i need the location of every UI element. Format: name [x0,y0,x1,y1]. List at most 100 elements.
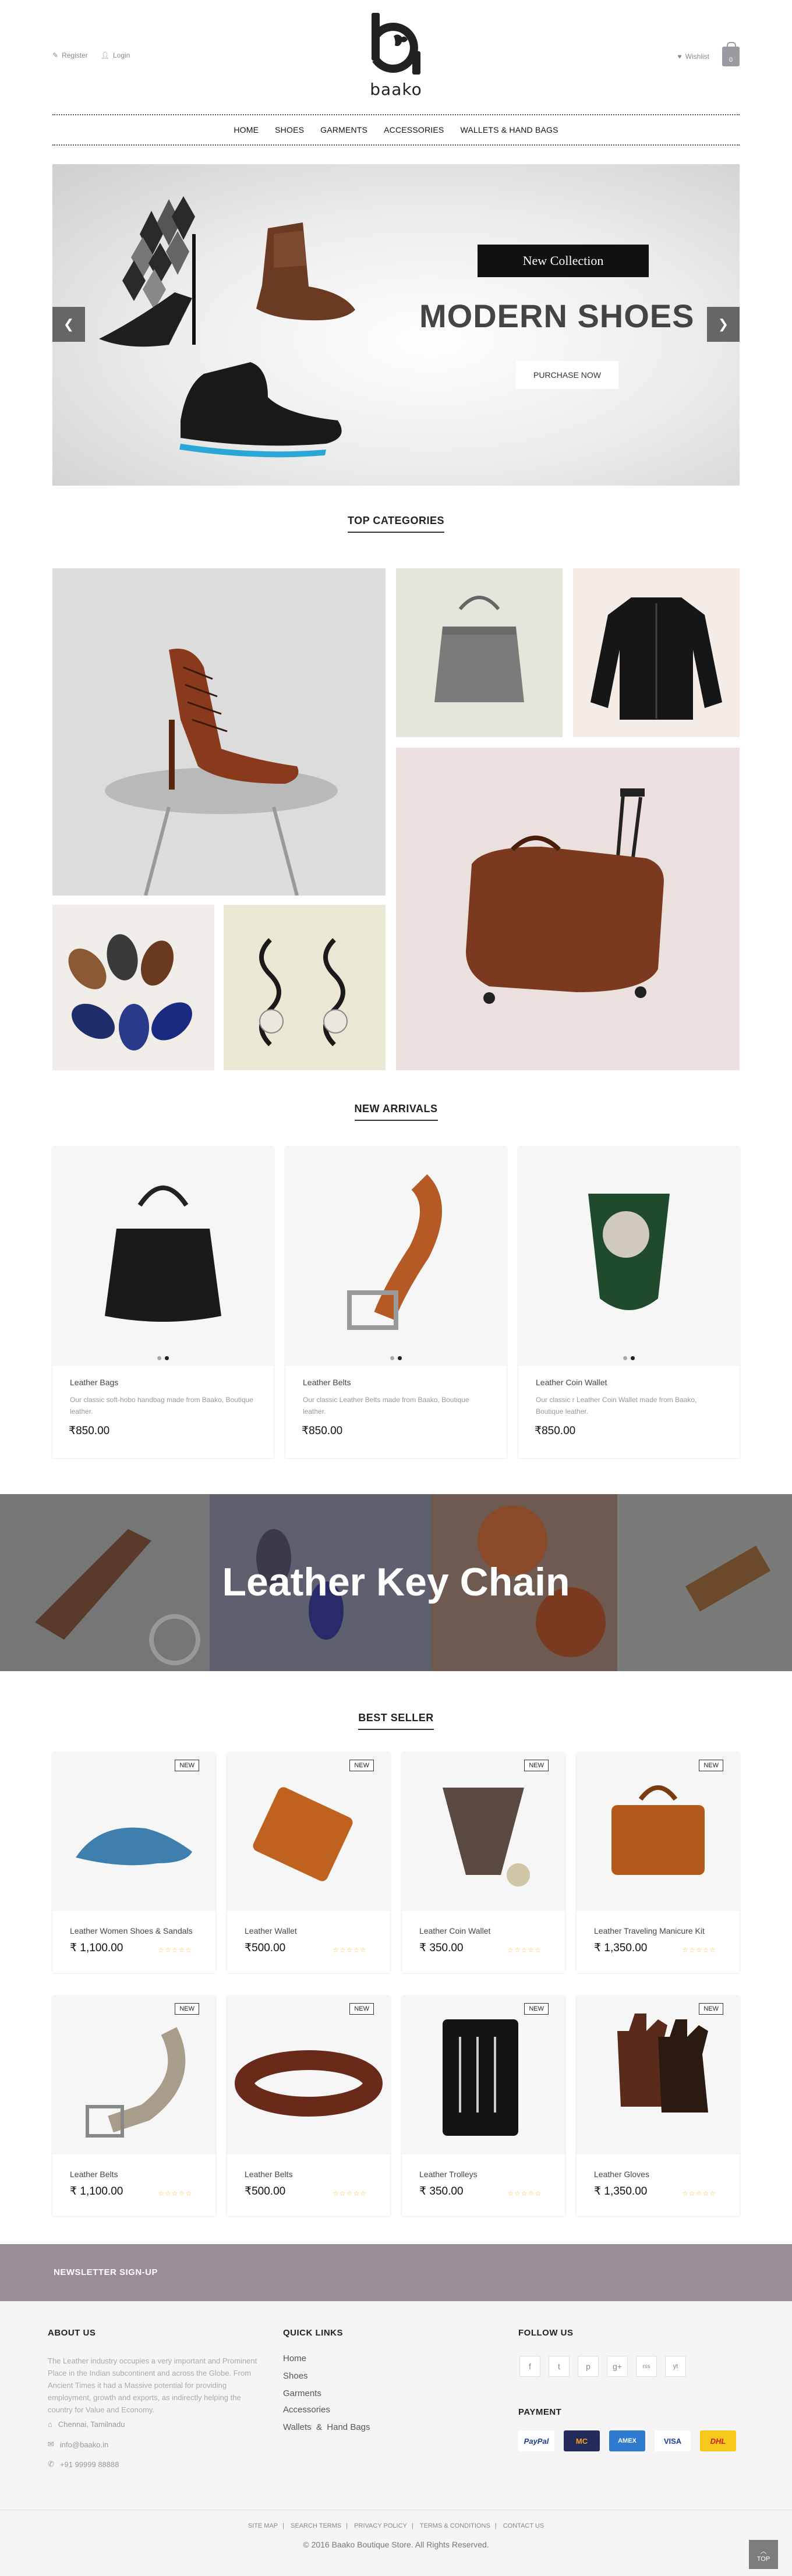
privacy-policy-link[interactable]: PRIVACY POLICY [354,2522,407,2529]
rating-stars: ☆☆☆☆☆ [682,1946,716,1954]
product-card[interactable]: NEW Leather Wallet ₹500.00 ☆☆☆☆☆ [227,1753,390,1973]
header: ✎ Register 👤︎ Login baako ♥ Wishlist 0 [52,0,740,105]
product-card[interactable]: NEW Leather Belts ₹ 1,100.00 ☆☆☆☆☆ [52,1996,215,2216]
category-tile-accessories[interactable] [224,905,386,1070]
quick-link-shoes[interactable]: Shoes [283,2371,308,2381]
logo[interactable]: baako [368,10,424,99]
hero-next-button[interactable]: ❯ [707,307,740,342]
google-plus-icon[interactable]: g+ [607,2356,628,2377]
product-card[interactable]: NEW Leather Coin Wallet ₹ 350.00 ☆☆☆☆☆ [402,1753,565,1973]
product-name[interactable]: Leather Trolleys [419,2170,478,2179]
wishlist-link[interactable]: ♥ Wishlist [678,52,709,61]
email[interactable]: ✉ info@baako.in [48,2440,108,2449]
carousel-dots[interactable] [157,1356,169,1360]
carousel-dots[interactable] [390,1356,402,1360]
leather-jacket-image [591,597,722,720]
rating-stars: ☆☆☆☆☆ [333,1946,367,1954]
new-badge: NEW [175,2003,199,2015]
footer-bottom-links: SITE MAP | SEARCH TERMS | PRIVACY POLICY | … [248,2522,544,2529]
product-card[interactable]: NEW Leather Traveling Manicure Kit ₹ 1,3… [577,1753,740,1973]
register-link[interactable]: ✎ Register [52,51,88,59]
category-tile-shoes[interactable] [52,568,386,896]
product-image [227,1996,390,2154]
product-price: ₹ 1,350.00 [594,1942,648,1954]
rating-stars: ☆☆☆☆☆ [507,1946,542,1954]
quick-link-garments[interactable]: Garments [283,2389,321,2398]
banner-title: Leather Key Chain [222,1560,570,1604]
product-image [518,1147,740,1366]
carousel-dots[interactable] [623,1356,635,1360]
product-name[interactable]: Leather Traveling Manicure Kit [594,1926,705,1935]
quick-link-home[interactable]: Home [283,2354,306,2363]
heart-icon: ♥ [677,52,682,61]
product-card[interactable]: NEW Leather Trolleys ₹ 350.00 ☆☆☆☆☆ [402,1996,565,2216]
payment-title: PAYMENT [518,2407,562,2417]
page: ✎ Register 👤︎ Login baako ♥ Wishlist 0 HOME… [0,0,792,2576]
site-map-link[interactable]: SITE MAP [248,2522,278,2529]
green-coin-wallet-image [588,1194,670,1310]
product-name[interactable]: Leather Wallet [245,1926,297,1935]
nav-garments[interactable]: GARMENTS [320,125,367,135]
rating-stars: ☆☆☆☆☆ [682,2189,716,2198]
nav-accessories[interactable]: ACCESSORIES [384,125,444,135]
product-price: ₹ 1,100.00 [70,2185,123,2198]
best-seller-title: BEST SELLER [0,1712,792,1730]
location: ⌂ Chennai, Tamilnadu [48,2420,125,2429]
search-terms-link[interactable]: SEARCH TERMS [291,2522,341,2529]
facebook-icon[interactable]: f [519,2356,540,2377]
newsletter-title[interactable]: NEWSLETTER SIGN-UP [54,2267,158,2277]
back-to-top-button[interactable]: ︿ TOP [749,2540,778,2569]
header-right: ♥ Wishlist 0 [678,42,740,66]
nav-home[interactable]: HOME [234,125,259,135]
manicure-kit-image [611,1785,705,1875]
terms-link[interactable]: TERMS & CONDITIONS [420,2522,490,2529]
baako-logo-mark [372,13,420,75]
category-tile-keychains[interactable] [52,905,214,1070]
product-card[interactable]: Leather Belts Our classic Leather Belts … [285,1147,507,1458]
about-title: ABOUT US [48,2328,96,2338]
category-tile-trolleys[interactable] [396,748,740,1070]
login-link[interactable]: 👤︎ Login [101,51,130,59]
newsletter-bar: NEWSLETTER SIGN-UP [0,2244,792,2301]
youtube-icon[interactable]: yt [665,2356,686,2377]
paypal-icon: PayPal [518,2430,554,2451]
product-card[interactable]: Leather Bags Our classic soft-hobo handb… [52,1147,274,1458]
product-price: ₹850.00 [535,1425,576,1437]
product-name[interactable]: Leather Gloves [594,2170,649,2179]
product-name[interactable]: Leather Coin Wallet [419,1926,490,1935]
product-card[interactable]: Leather Coin Wallet Our classic r Leathe… [518,1147,740,1458]
rss-icon[interactable]: rss [636,2356,657,2377]
quick-link-wallets[interactable]: Wallets & Hand Bags [283,2422,370,2432]
product-name[interactable]: Leather Bags [70,1378,118,1387]
envelope-icon: ✉ [48,2440,54,2448]
category-tile-garments[interactable] [573,568,740,737]
contact-us-link[interactable]: CONTACT US [503,2522,544,2529]
product-price: ₹500.00 [245,1942,286,1954]
cart-icon[interactable]: 0 [722,42,740,66]
quick-link-accessories[interactable]: Accessories [283,2405,330,2415]
amex-icon: AMEX [609,2430,645,2451]
follow-us-title: FOLLOW US [518,2328,574,2338]
category-tile-handbags[interactable] [396,568,563,737]
product-card[interactable]: NEW Leather Gloves ₹ 1,350.00 ☆☆☆☆☆ [577,1996,740,2216]
product-name[interactable]: Leather Belts [70,2170,118,2179]
product-card[interactable]: NEW Leather Belts ₹500.00 ☆☆☆☆☆ [227,1996,390,2216]
product-name[interactable]: Leather Women Shoes & Sandals [70,1926,193,1935]
purchase-now-button[interactable]: PURCHASE NOW [516,361,618,389]
nav-shoes[interactable]: SHOES [275,125,304,135]
coin-wallet-image [443,1788,530,1887]
sandal-image [76,1827,192,1866]
twitter-icon[interactable]: t [549,2356,570,2377]
mastercard-icon: MC [564,2430,600,2451]
product-name[interactable]: Leather Coin Wallet [536,1378,607,1387]
belt-image [86,2027,186,2138]
hero-prev-button[interactable]: ❮ [52,307,85,342]
pinterest-icon[interactable]: p [578,2356,599,2377]
top-categories-title: TOP CATEGORIES [0,515,792,533]
nav-wallets-hand-bags[interactable]: WALLETS & HAND BAGS [460,125,558,135]
key-chain-banner[interactable]: Leather Key Chain [0,1494,792,1671]
product-name[interactable]: Leather Belts [303,1378,351,1387]
new-badge: NEW [524,2003,549,2015]
product-card[interactable]: NEW Leather Women Shoes & Sandals ₹ 1,10… [52,1753,215,1973]
product-name[interactable]: Leather Belts [245,2170,293,2179]
